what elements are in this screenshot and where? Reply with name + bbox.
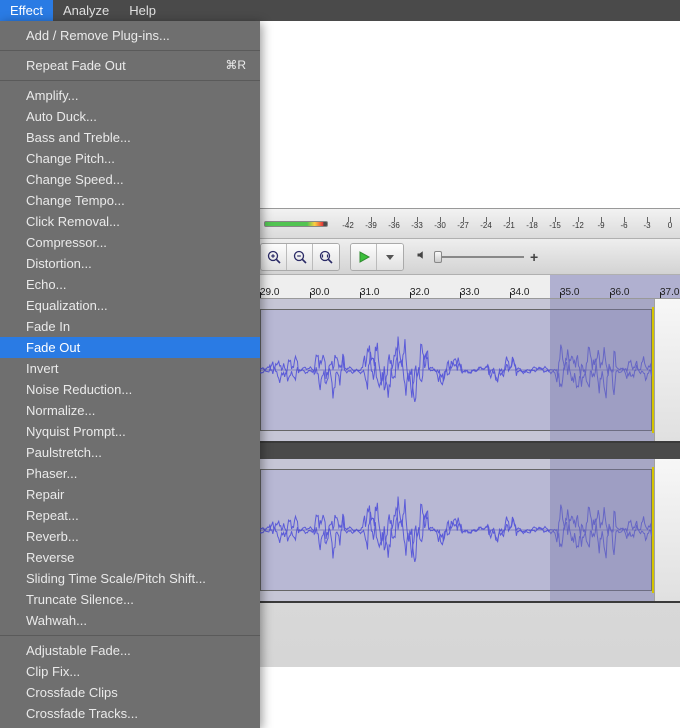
transport-group: [350, 243, 404, 271]
meter-tick-label: -9: [597, 222, 604, 230]
timeline-tick: 32.0: [410, 287, 460, 298]
timeline-tick: 31.0: [360, 287, 410, 298]
menu-separator: [0, 50, 260, 51]
vertical-scrollbar[interactable]: [654, 299, 680, 441]
menu-separator: [0, 635, 260, 636]
menu-help[interactable]: Help: [119, 0, 166, 21]
menu-item-adjustable-fade[interactable]: Adjustable Fade...: [0, 640, 260, 661]
menu-item-clip-fix[interactable]: Clip Fix...: [0, 661, 260, 682]
fit-project-icon: [318, 249, 334, 265]
menu-item-repair[interactable]: Repair: [0, 484, 260, 505]
chevron-down-icon: [382, 249, 398, 265]
play-button[interactable]: [351, 244, 377, 270]
menu-item-crossfade-tracks[interactable]: Crossfade Tracks...: [0, 703, 260, 724]
menubar: Effect Analyze Help: [0, 0, 680, 21]
menu-item-auto-duck[interactable]: Auto Duck...: [0, 106, 260, 127]
timeline-tick: 37.0: [660, 287, 680, 298]
meter-tick-label: -30: [434, 222, 446, 230]
timeline-tick: 36.0: [610, 287, 660, 298]
menu-item-nyquist-prompt[interactable]: Nyquist Prompt...: [0, 421, 260, 442]
meter-tick-label: -27: [457, 222, 469, 230]
meter-tick-label: -33: [411, 222, 423, 230]
effect-dropdown: Add / Remove Plug-ins... Repeat Fade Out⌘…: [0, 21, 260, 728]
menu-shortcut: ⌘R: [225, 57, 246, 74]
menu-item-invert[interactable]: Invert: [0, 358, 260, 379]
menu-item-change-pitch[interactable]: Change Pitch...: [0, 148, 260, 169]
timeline-tick: 33.0: [460, 287, 510, 298]
menu-item-repeat-fade-out[interactable]: Repeat Fade Out⌘R: [0, 55, 260, 76]
menu-item-noise-reduction[interactable]: Noise Reduction...: [0, 379, 260, 400]
menu-item-wahwah[interactable]: Wahwah...: [0, 610, 260, 631]
playback-speed-slider[interactable]: +: [416, 248, 680, 266]
timeline-tick: 29.0: [260, 287, 310, 298]
play-icon: [356, 249, 372, 265]
meter-tick-label: -6: [620, 222, 627, 230]
play-options-button[interactable]: [377, 244, 403, 270]
meter-tick-label: -18: [526, 222, 538, 230]
timeline-tick: 30.0: [310, 287, 360, 298]
vertical-scrollbar[interactable]: [654, 459, 680, 601]
menu-item-sliding-time-scale-pitch-shift[interactable]: Sliding Time Scale/Pitch Shift...: [0, 568, 260, 589]
menu-item-repeat[interactable]: Repeat...: [0, 505, 260, 526]
fit-project-button[interactable]: [313, 244, 339, 270]
menu-item-echo[interactable]: Echo...: [0, 274, 260, 295]
menu-item-bass-and-treble[interactable]: Bass and Treble...: [0, 127, 260, 148]
speaker-icon: [416, 248, 428, 266]
menu-item-distortion[interactable]: Distortion...: [0, 253, 260, 274]
level-meter-bar: [264, 221, 328, 227]
meter-tick-label: -24: [480, 222, 492, 230]
zoom-tool-group: [260, 243, 340, 271]
menu-item-change-speed[interactable]: Change Speed...: [0, 169, 260, 190]
menu-item-normalize[interactable]: Normalize...: [0, 400, 260, 421]
meter-tick-label: -42: [342, 222, 354, 230]
menu-item-phaser[interactable]: Phaser...: [0, 463, 260, 484]
selection-region[interactable]: [550, 459, 654, 601]
level-meter-scale: -42-39-36-33-30-27-24-21-18-15-12-9-6-30: [338, 217, 680, 230]
meter-tick-label: 0: [668, 222, 672, 230]
menu-item-truncate-silence[interactable]: Truncate Silence...: [0, 589, 260, 610]
menu-item-compressor[interactable]: Compressor...: [0, 232, 260, 253]
meter-tick-label: -21: [503, 222, 515, 230]
meter-tick-label: -12: [572, 222, 584, 230]
menu-item-fade-in[interactable]: Fade In: [0, 316, 260, 337]
zoom-out-button[interactable]: [287, 244, 313, 270]
menu-item-amplify[interactable]: Amplify...: [0, 85, 260, 106]
plus-icon: +: [530, 249, 538, 265]
menu-item-fade-out[interactable]: Fade Out: [0, 337, 260, 358]
zoom-in-button[interactable]: [261, 244, 287, 270]
meter-tick-label: -15: [549, 222, 561, 230]
slider-thumb[interactable]: [434, 251, 442, 263]
menu-item-change-tempo[interactable]: Change Tempo...: [0, 190, 260, 211]
menu-analyze[interactable]: Analyze: [53, 0, 119, 21]
menu-item-equalization[interactable]: Equalization...: [0, 295, 260, 316]
menu-item-add-remove-plug-ins[interactable]: Add / Remove Plug-ins...: [0, 25, 260, 46]
timeline-tick: 34.0: [510, 287, 560, 298]
meter-tick-label: -39: [365, 222, 377, 230]
menu-item-crossfade-clips[interactable]: Crossfade Clips: [0, 682, 260, 703]
zoom-out-icon: [292, 249, 308, 265]
menu-item-paulstretch[interactable]: Paulstretch...: [0, 442, 260, 463]
slider-track[interactable]: [434, 256, 524, 258]
menu-item-reverb[interactable]: Reverb...: [0, 526, 260, 547]
meter-tick-label: -36: [388, 222, 400, 230]
menu-item-reverse[interactable]: Reverse: [0, 547, 260, 568]
selection-region[interactable]: [550, 299, 654, 441]
menu-effect[interactable]: Effect: [0, 0, 53, 21]
timeline-tick: 35.0: [560, 287, 610, 298]
menu-item-click-removal[interactable]: Click Removal...: [0, 211, 260, 232]
menu-separator: [0, 80, 260, 81]
zoom-in-icon: [266, 249, 282, 265]
meter-tick-label: -3: [643, 222, 650, 230]
